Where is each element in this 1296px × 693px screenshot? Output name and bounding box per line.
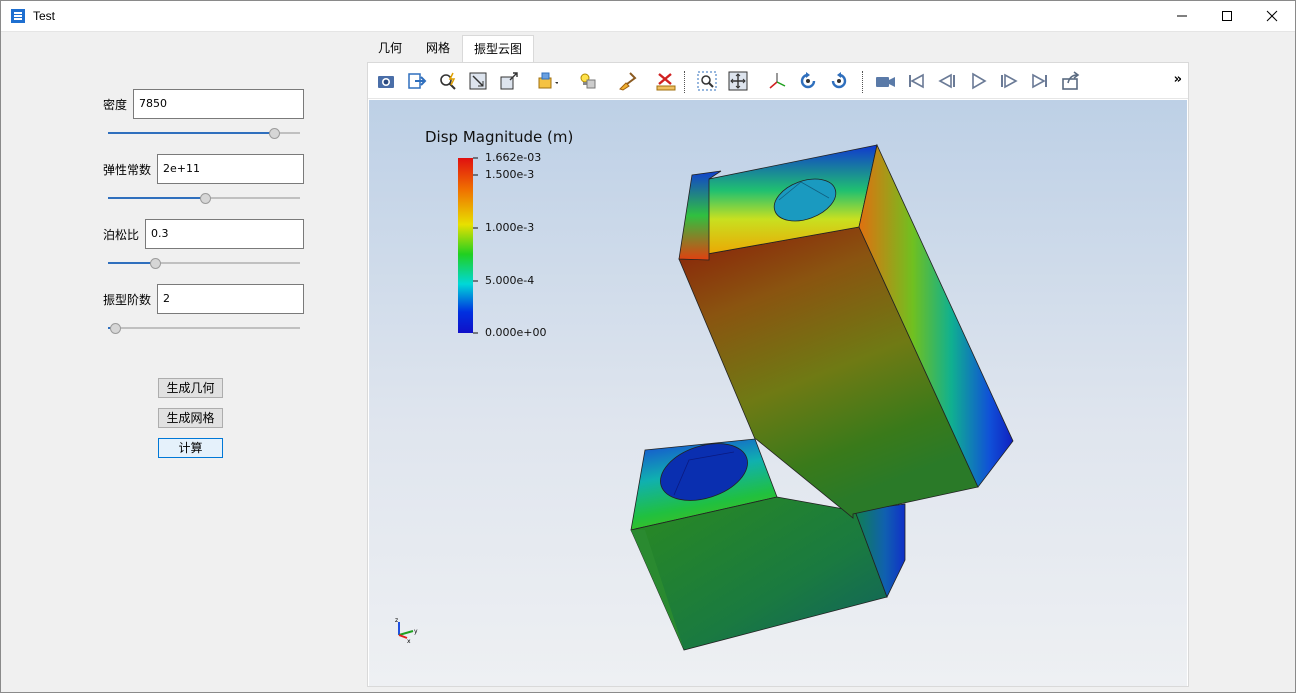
color-bar-tick-label: 0.000e+00	[485, 326, 547, 339]
elastic-modulus-field[interactable]: 2e+11	[157, 154, 304, 184]
light-icon	[580, 73, 596, 89]
generate-mesh-button[interactable]: 生成网格	[158, 408, 223, 428]
axes-icon	[769, 73, 786, 89]
tab-mode-shape[interactable]: 振型云图	[462, 35, 534, 63]
axis-label-y: y	[414, 628, 418, 635]
window-title: Test	[33, 9, 56, 23]
elastic-modulus-label: 弹性常数	[103, 163, 152, 177]
last-frame-icon	[1032, 73, 1047, 89]
close-button[interactable]	[1249, 1, 1295, 31]
mode-order-field[interactable]: 2	[157, 284, 304, 314]
light-button[interactable]	[574, 68, 600, 94]
color-bar-ticks	[473, 157, 478, 334]
maximize-icon	[1222, 11, 1232, 21]
ruler-icon	[656, 73, 676, 91]
compute-button[interactable]: 计算	[158, 438, 223, 458]
tab-mesh[interactable]: 网格	[415, 35, 461, 62]
select-block-icon	[538, 72, 558, 89]
prev-frame-button[interactable]	[934, 68, 960, 94]
color-bar-title: Disp Magnitude (m)	[425, 128, 574, 146]
maximize-button[interactable]	[1204, 1, 1250, 31]
pan-icon	[728, 71, 748, 91]
zoom-data-icon	[440, 72, 456, 90]
elastic-modulus-slider[interactable]	[108, 190, 300, 206]
camera-button[interactable]	[373, 68, 399, 94]
last-frame-button[interactable]	[1027, 68, 1053, 94]
first-frame-icon	[909, 73, 924, 89]
axes-indicator: z y x	[395, 617, 418, 645]
pan-button[interactable]	[725, 68, 751, 94]
video-button[interactable]	[872, 68, 898, 94]
toolbar-more-button[interactable]: »	[1174, 72, 1182, 87]
color-bar-tick-label: 1.500e-3	[485, 168, 535, 181]
zoom-box-button[interactable]	[694, 68, 720, 94]
reset-camera-button[interactable]	[465, 68, 491, 94]
share-button[interactable]	[1058, 68, 1084, 94]
brush-icon	[619, 72, 637, 91]
title-bar: Test	[1, 1, 1295, 32]
first-frame-button[interactable]	[903, 68, 929, 94]
minimize-icon	[1177, 15, 1187, 17]
play-icon	[972, 72, 987, 90]
next-frame-icon	[1001, 73, 1018, 89]
minimize-button[interactable]	[1159, 1, 1205, 31]
toolbar-separator	[862, 71, 864, 93]
export-button[interactable]	[404, 68, 430, 94]
select-block-button[interactable]	[534, 68, 560, 94]
rotate-cw-icon	[831, 72, 847, 89]
prev-frame-icon	[938, 73, 955, 89]
video-icon	[876, 77, 895, 87]
color-bar-tick-label: 1.662e-03	[485, 151, 542, 164]
density-field[interactable]: 7850	[133, 89, 304, 119]
color-bar	[458, 158, 473, 333]
poisson-ratio-field[interactable]: 0.3	[145, 219, 304, 249]
play-button[interactable]	[965, 68, 991, 94]
color-bar-tick-label: 5.000e-4	[485, 274, 535, 287]
zoom-closest-icon	[500, 72, 518, 90]
axes-button[interactable]	[764, 68, 790, 94]
rotate-ccw-button[interactable]	[795, 68, 821, 94]
reset-camera-icon	[469, 72, 487, 90]
density-slider[interactable]	[108, 125, 300, 141]
mode-order-slider[interactable]	[108, 320, 300, 336]
ruler-button[interactable]	[653, 68, 679, 94]
zoom-data-button[interactable]	[435, 68, 461, 94]
mode-order-label: 振型阶数	[103, 293, 152, 307]
close-icon	[1266, 10, 1278, 22]
poisson-ratio-label: 泊松比	[103, 228, 140, 242]
next-frame-button[interactable]	[996, 68, 1022, 94]
density-label: 密度	[103, 98, 128, 112]
zoom-closest-button[interactable]	[496, 68, 522, 94]
app-icon	[10, 8, 26, 24]
zoom-box-icon	[697, 71, 717, 91]
render-toolbar: »	[368, 63, 1188, 99]
export-icon	[408, 73, 427, 89]
generate-geometry-button[interactable]: 生成几何	[158, 378, 223, 398]
render-viewport[interactable]: z y x Disp Magnitude (m) 1.662e-03 1.500…	[369, 100, 1187, 686]
tab-geometry[interactable]: 几何	[367, 35, 413, 62]
model-render: z y x	[395, 143, 1014, 651]
camera-icon	[378, 76, 394, 88]
main-window: Test 密度 7850 弹性常数 2e+11 泊松比 0.3 振型阶数 2 生…	[0, 0, 1296, 693]
render-pane: » z y x Disp Magnitude (m) 1.662e-03 1.5…	[367, 62, 1189, 687]
poisson-ratio-slider[interactable]	[108, 255, 300, 271]
color-bar-tick-label: 1.000e-3	[485, 221, 535, 234]
rotate-ccw-icon	[800, 72, 816, 89]
toolbar-separator	[684, 71, 686, 93]
share-icon	[1062, 71, 1080, 90]
axis-label-z: z	[395, 617, 398, 624]
rotate-cw-button[interactable]	[826, 68, 852, 94]
axis-label-x: x	[407, 638, 411, 645]
brush-button[interactable]	[614, 68, 640, 94]
